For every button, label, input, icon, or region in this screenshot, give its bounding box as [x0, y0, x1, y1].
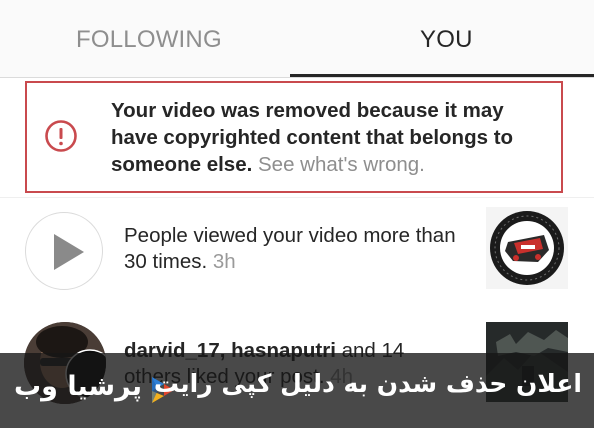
video-thumbnail[interactable]	[486, 207, 568, 289]
tab-following[interactable]: FOLLOWING	[76, 26, 222, 54]
activity-tabs: FOLLOWING YOU	[0, 0, 594, 78]
exclamation-circle-icon	[45, 120, 77, 152]
notification-views-message: People viewed your video more than 30 ti…	[124, 224, 456, 273]
april-8th-2017-worldwide-badge	[486, 207, 568, 289]
notification-views-time: 3h	[212, 250, 236, 273]
warning-message: Your video was removed because it may ha…	[111, 97, 551, 178]
section-divider	[0, 197, 594, 198]
activity-screen: FOLLOWING YOU Your video was removed bec…	[0, 0, 594, 428]
tabs-divider	[0, 77, 594, 78]
notification-views[interactable]: People viewed your video more than 30 ti…	[0, 200, 594, 304]
caption-overlay: پرشیا وب اعلان حذف شدن به دلیل کپی رایت	[0, 353, 594, 428]
brand-name: پرشیا وب	[14, 371, 142, 402]
caption-text: اعلان حذف شدن به دلیل کپی رایت	[153, 369, 582, 398]
tab-you[interactable]: YOU	[420, 26, 473, 54]
play-icon	[25, 212, 103, 290]
notification-views-text: People viewed your video more than 30 ti…	[124, 223, 464, 275]
copyright-warning-card[interactable]: Your video was removed because it may ha…	[25, 81, 563, 193]
see-whats-wrong-link[interactable]: See what's wrong.	[258, 153, 425, 176]
